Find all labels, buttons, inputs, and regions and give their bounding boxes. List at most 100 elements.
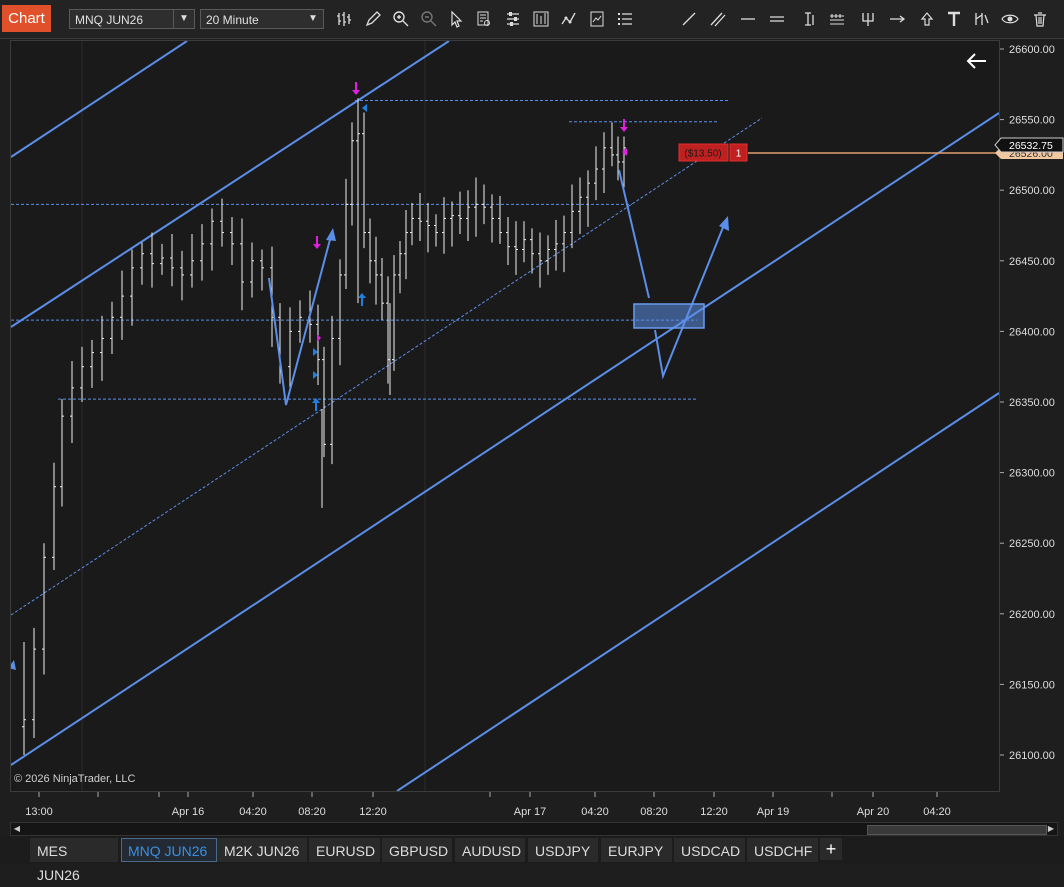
position-pnl-badge[interactable]: ($13.50) 1	[678, 143, 748, 162]
price-axis-label: 26100.00	[1009, 750, 1055, 762]
target-zone-rectangle[interactable]	[633, 303, 705, 329]
time-axis-label: 08:20	[640, 806, 668, 818]
price-bar	[220, 198, 224, 247]
price-bar	[442, 197, 446, 254]
execution-marker	[362, 104, 367, 112]
tab-eurjpy[interactable]: EURJPY	[601, 838, 672, 862]
price-bar	[240, 218, 244, 311]
buy-signal-marker	[312, 398, 320, 411]
price-axis-label: 26600.00	[1009, 44, 1055, 56]
price-axis-label: 26150.00	[1009, 679, 1055, 691]
offscreen-arrow-icon	[11, 660, 16, 670]
price-bar	[392, 255, 396, 371]
svg-text:26532.75: 26532.75	[1009, 140, 1053, 152]
price-bar	[562, 215, 566, 273]
price-axis-label: 26350.00	[1009, 397, 1055, 409]
price-bar	[140, 242, 144, 285]
price-bar	[498, 195, 502, 244]
price-bar	[610, 122, 614, 167]
add-tab-button[interactable]: +	[820, 838, 842, 860]
price-bar	[330, 315, 334, 465]
price-bar	[594, 146, 598, 201]
price-bar	[386, 276, 390, 384]
price-bar	[410, 202, 414, 246]
price-bar	[180, 250, 184, 301]
price-bar	[450, 201, 454, 247]
pattern-drawing-right[interactable]	[618, 169, 729, 380]
price-bar	[602, 132, 606, 194]
scroll-thumb[interactable]	[867, 825, 1047, 835]
price-bar	[90, 339, 94, 388]
execution-marker	[317, 334, 321, 342]
execution-marker	[313, 348, 318, 356]
tab-usdjpy[interactable]: USDJPY	[528, 838, 598, 862]
time-axis-label: Apr 17	[514, 806, 546, 818]
tab-mnq-jun26[interactable]: MNQ JUN26	[121, 838, 217, 862]
price-bar	[530, 228, 534, 274]
price-bar	[130, 249, 134, 326]
price-bar	[100, 315, 104, 381]
time-axis-labels: 13:00 Apr 16 04:20 08:20 12:20 Apr 17 04:20 08:…	[25, 792, 951, 818]
price-bar	[210, 208, 214, 271]
price-axis-label: 26450.00	[1009, 256, 1055, 268]
time-axis-label: 08:20	[298, 806, 326, 818]
price-bar	[60, 399, 64, 507]
tab-usdchf[interactable]: USDCHF	[747, 838, 818, 862]
time-axis-label: Apr 16	[172, 806, 204, 818]
price-axis-label: 26250.00	[1009, 538, 1055, 550]
price-bar	[482, 184, 486, 225]
price-bar	[350, 122, 354, 226]
price-bar	[538, 232, 542, 288]
price-axis-label: 26550.00	[1009, 115, 1055, 127]
price-bar	[514, 221, 518, 275]
price-bar	[522, 221, 526, 263]
tab-mes-jun26[interactable]: MES JUN26	[30, 838, 118, 883]
time-axis-label: 04:20	[239, 806, 267, 818]
chart-scrollbar[interactable]: ◀ ▶	[10, 822, 1058, 836]
price-bar	[260, 249, 264, 291]
sell-signal-marker	[313, 236, 321, 249]
price-bar	[458, 191, 462, 234]
price-bar	[110, 301, 114, 354]
instrument-tabs-bar: MES JUN26 MNQ JUN26 M2K JUN26 EURUSD GBP…	[0, 836, 1064, 883]
execution-marker	[313, 371, 318, 379]
price-bar	[344, 178, 348, 290]
price-bar	[506, 217, 510, 266]
sell-signal-marker	[620, 119, 628, 132]
price-bar	[200, 224, 204, 281]
price-bar	[42, 543, 46, 675]
pattern-drawing-left[interactable]	[268, 228, 336, 406]
price-bar	[362, 112, 366, 249]
time-axis-label: 12:20	[359, 806, 387, 818]
arrow-left-icon[interactable]	[964, 50, 990, 72]
time-axis-label: Apr 19	[757, 806, 789, 818]
parallel-channel-lower[interactable]	[11, 112, 999, 791]
tab-usdcad[interactable]: USDCAD	[674, 838, 745, 862]
time-axis-label: Apr 20	[857, 806, 889, 818]
price-axis-label: 26300.00	[1009, 468, 1055, 480]
tab-m2k-jun26[interactable]: M2K JUN26	[217, 838, 307, 862]
position-qty-text: 1	[736, 149, 742, 160]
tab-eurusd[interactable]: EURUSD	[309, 838, 380, 862]
price-bar	[70, 361, 74, 443]
time-axis-label: 04:20	[923, 806, 951, 818]
price-bar	[32, 627, 36, 739]
price-axis-label: 26400.00	[1009, 326, 1055, 338]
scroll-left-icon[interactable]: ◀	[11, 823, 23, 835]
tab-audusd[interactable]: AUDUSD	[455, 838, 525, 862]
position-pnl-text: ($13.50)	[684, 149, 721, 160]
price-bar	[622, 136, 626, 188]
price-bar	[434, 214, 438, 247]
chart-canvas[interactable]: ($13.50) 1 26600.00 26550.00 26500.00 26450…	[0, 0, 1064, 822]
copyright-text: © 2026 NinjaTrader, LLC	[14, 773, 136, 785]
last-price-marker: 26532.75	[994, 137, 1064, 153]
time-axis-label: 12:20	[700, 806, 728, 818]
price-axis-label: 26200.00	[1009, 609, 1055, 621]
price-bar	[546, 235, 550, 275]
tab-gbpusd[interactable]: GBPUSD	[382, 838, 452, 862]
scroll-right-icon[interactable]: ▶	[1045, 823, 1057, 835]
price-axis-label: 26500.00	[1009, 185, 1055, 197]
price-bar	[570, 184, 574, 249]
price-bar	[466, 190, 470, 242]
price-bar	[160, 243, 164, 275]
